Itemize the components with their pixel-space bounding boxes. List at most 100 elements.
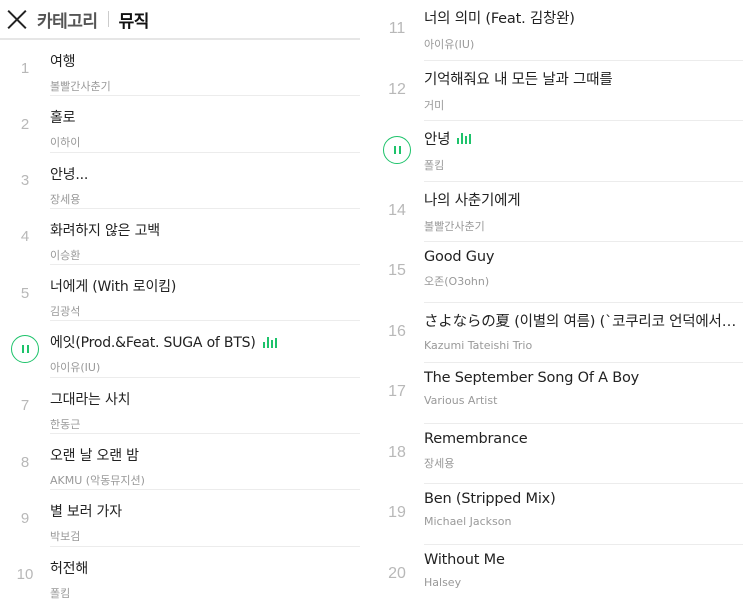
equalizer-icon: [262, 336, 277, 348]
track-info: 나의 사춘기에게 볼빨간사춘기: [424, 182, 743, 234]
track-title: 허전해: [50, 560, 89, 577]
track-title: 기억해줘요 내 모든 날과 그때를: [424, 71, 613, 88]
track-row[interactable]: 20 Without Me Halsey: [370, 545, 743, 601]
track-number: 17: [388, 383, 406, 400]
track-title-line: Remembrance: [424, 431, 743, 447]
track-info: 오랜 날 오랜 밤 AKMU (악동뮤지션): [50, 434, 360, 488]
track-number: 10: [16, 566, 34, 584]
track-row[interactable]: 2 홀로 이하이: [0, 96, 360, 153]
track-title-line: 허전해: [50, 558, 360, 578]
track-rank-cell: [0, 321, 50, 377]
breadcrumb-divider: [107, 11, 109, 27]
track-info: 안녕... 장세용: [50, 153, 360, 207]
track-title: Good Guy: [424, 249, 495, 265]
track-row[interactable]: 안녕폴킴: [370, 121, 743, 182]
track-rank-cell: 18: [370, 424, 424, 482]
track-rank-cell: 12: [370, 61, 424, 119]
track-rank-cell: 14: [370, 182, 424, 240]
track-title-line: 에잇(Prod.&Feat. SUGA of BTS): [50, 332, 360, 352]
track-rank-cell: 16: [370, 303, 424, 361]
track-info: Ben (Stripped Mix) Michael Jackson: [424, 484, 743, 528]
close-icon[interactable]: [6, 8, 28, 30]
track-artist: 이승환: [50, 248, 81, 262]
header-bar: 카테고리 뮤직: [0, 0, 360, 40]
track-row[interactable]: 19 Ben (Stripped Mix) Michael Jackson: [370, 484, 743, 545]
track-row[interactable]: 9 별 보러 가자 박보검: [0, 490, 360, 547]
track-row[interactable]: 11 너의 의미 (Feat. 김창완) 아이유(IU): [370, 0, 743, 61]
track-rank-cell: 7: [0, 378, 50, 434]
track-title: 별 보러 가자: [50, 504, 122, 521]
track-row[interactable]: 17 The September Song Of A Boy Various Art…: [370, 363, 743, 424]
track-artist: 한동근: [50, 417, 81, 431]
track-row[interactable]: 3 안녕... 장세용: [0, 153, 360, 210]
track-info: 허전해폴킴: [50, 547, 360, 601]
track-artist: 폴킴: [424, 159, 445, 172]
track-title-line: 별 보러 가자: [50, 501, 360, 521]
track-info: Remembrance 장세용: [424, 424, 743, 471]
track-rank-cell: 15: [370, 242, 424, 300]
track-title-line: 오랜 날 오랜 밤: [50, 445, 360, 465]
track-rank-cell: 4: [0, 209, 50, 265]
track-row[interactable]: 18 Remembrance 장세용: [370, 424, 743, 485]
track-number: 1: [20, 59, 30, 77]
track-title-line: Good Guy: [424, 249, 743, 265]
track-rank-cell: 19: [370, 484, 424, 542]
equalizer-icon: [457, 133, 472, 144]
track-number: 15: [388, 262, 406, 279]
track-title: 안녕: [424, 132, 451, 148]
track-title: 오랜 날 오랜 밤: [50, 448, 139, 465]
track-row[interactable]: 에잇(Prod.&Feat. SUGA of BTS) 아이유(IU): [0, 321, 360, 379]
track-artist: 장세용: [50, 192, 81, 206]
track-artist: Various Artist: [424, 394, 498, 407]
track-artist: 거미: [424, 98, 445, 112]
page-title: 뮤직: [118, 11, 150, 32]
track-row[interactable]: 14 나의 사춘기에게 볼빨간사춘기: [370, 182, 743, 243]
track-rank-cell: 10: [0, 547, 50, 601]
pause-icon[interactable]: [11, 335, 39, 364]
track-row[interactable]: 16 さよならの夏 (이별의 여름) (`코쿠리코 언덕에서` OST) Kazum…: [370, 303, 743, 364]
track-title-line: The September Song Of A Boy: [424, 370, 743, 386]
track-rank-cell: 3: [0, 153, 50, 209]
track-number: 12: [388, 80, 406, 98]
track-info: 너에게 (With 로이킴) 김광석: [50, 265, 360, 319]
track-rank-cell: 20: [370, 545, 424, 601]
track-number: 18: [388, 443, 406, 461]
track-title-line: Without Me: [424, 552, 743, 568]
track-number: 11: [388, 20, 406, 37]
pause-icon[interactable]: [383, 136, 411, 164]
track-info: 안녕폴킴: [424, 121, 743, 173]
track-title-line: 그대라는 사치: [50, 389, 360, 409]
track-row[interactable]: 4 화려하지 않은 고백이승환: [0, 209, 360, 266]
track-number: 3: [20, 172, 30, 190]
track-number: 20: [388, 564, 406, 582]
track-title-line: 너에게 (With 로이킴): [50, 276, 360, 296]
track-row[interactable]: 8 오랜 날 오랜 밤 AKMU (악동뮤지션): [0, 434, 360, 491]
track-title: 화려하지 않은 고백: [50, 222, 160, 239]
track-number: 9: [20, 509, 30, 527]
track-title: さよならの夏 (이별의 여름) (`코쿠리코 언덕에서` OST): [424, 313, 743, 330]
track-artist: 아이유(IU): [424, 38, 475, 51]
track-artist: 폴킴: [50, 586, 71, 600]
breadcrumb-parent[interactable]: 카테고리: [37, 7, 98, 32]
track-row[interactable]: 10 허전해폴킴: [0, 547, 360, 601]
track-title: 너의 의미 (Feat. 김창완): [424, 11, 575, 27]
track-row[interactable]: 5 너에게 (With 로이킴) 김광석: [0, 265, 360, 322]
track-row[interactable]: 12 기억해줘요 내 모든 날과 그때를거미: [370, 61, 743, 122]
track-title: Without Me: [424, 551, 505, 568]
track-row[interactable]: 1 여행 볼빨간사춘기: [0, 40, 360, 97]
track-title: Ben (Stripped Mix): [424, 491, 556, 507]
track-row[interactable]: 15 Good Guy 오존(O3ohn): [370, 242, 743, 303]
track-title-line: 화려하지 않은 고백: [50, 220, 360, 240]
track-row[interactable]: 7 그대라는 사치한동근: [0, 378, 360, 435]
track-artist: Kazumi Tateishi Trio: [424, 338, 533, 352]
track-title-line: 여행: [50, 51, 360, 71]
track-info: 그대라는 사치한동근: [50, 378, 360, 432]
track-title-line: 안녕: [424, 128, 743, 149]
track-info: 화려하지 않은 고백이승환: [50, 209, 360, 263]
track-rank-cell: 9: [0, 490, 50, 546]
track-rank-cell: [370, 121, 424, 179]
track-info: 너의 의미 (Feat. 김창완) 아이유(IU): [424, 0, 743, 52]
panel-gap: [360, 0, 370, 601]
track-title: 홀로: [50, 110, 76, 127]
track-rank-cell: 5: [0, 265, 50, 321]
